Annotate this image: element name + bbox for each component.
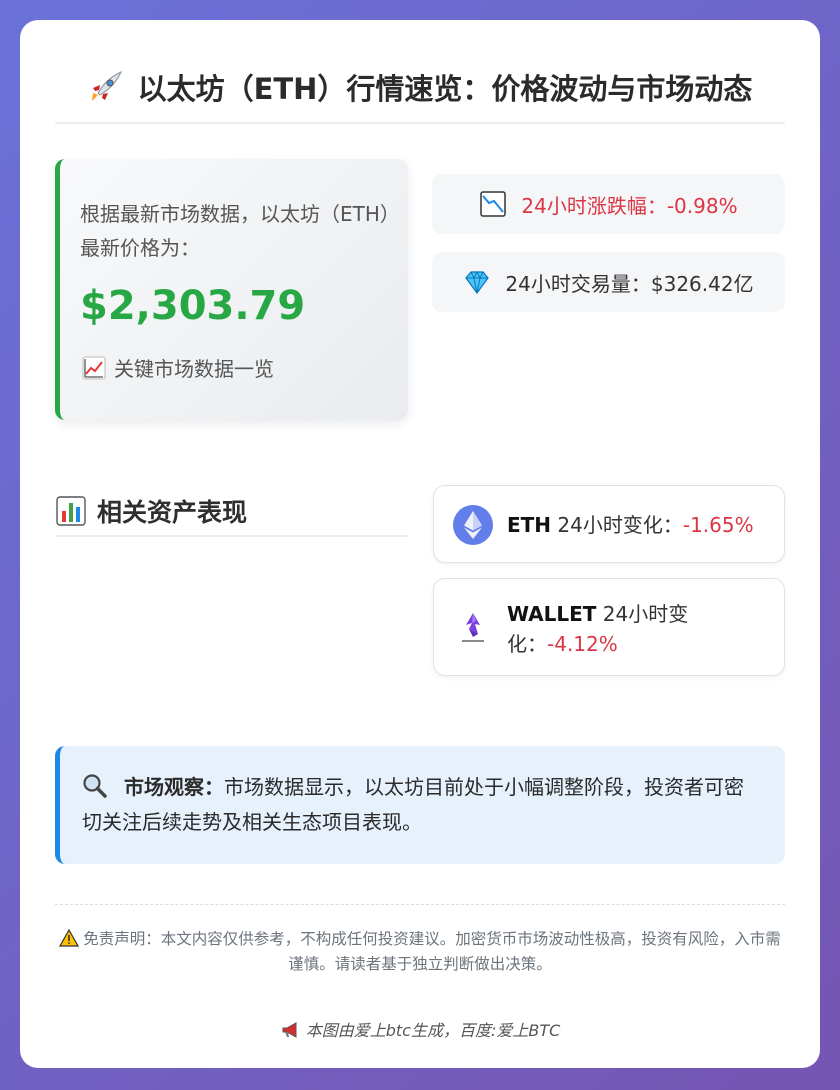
warning-icon <box>59 929 80 947</box>
chart-decreasing-icon <box>480 191 507 217</box>
ambire-wallet-logo-icon <box>462 613 484 642</box>
magnifier-icon <box>83 774 107 798</box>
footer-text: 本图由爱上btc生成，百度:爱上BTC <box>305 1021 561 1040</box>
asset-card-wallet: WALLET 24小时变化：-4.12% <box>433 578 785 676</box>
eth-price: $2,303.79 <box>80 283 306 329</box>
disclaimer-text: 免责声明：本文内容仅供参考，不构成任何投资建议。加密货币市场波动性极高，投资有风… <box>83 930 781 973</box>
asset-change-value: -1.65% <box>682 513 754 537</box>
page-title: 以太坊（ETH）行情速览：价格波动与市场动态 <box>137 72 753 106</box>
asset-eth-text: ETH 24小时变化：-1.65% <box>507 510 777 540</box>
rocket-icon <box>91 70 122 101</box>
chart-increasing-icon <box>82 356 106 379</box>
change-24h-text: 24小时涨跌幅：-0.98% <box>521 193 738 218</box>
insight-label: 市场观察： <box>124 775 224 799</box>
bar-chart-icon <box>56 496 86 526</box>
megaphone-icon <box>282 1022 297 1038</box>
key-data-row: 关键市场数据一览 <box>82 353 274 382</box>
page-header: 以太坊（ETH）行情速览：价格波动与市场动态 <box>20 66 820 108</box>
footer: 本图由爱上btc生成，百度:爱上BTC <box>20 1017 820 1041</box>
asset-change-label: 24小时变化： <box>557 513 683 537</box>
related-assets-title: 相关资产表现 <box>97 498 248 527</box>
volume-24h-box: 24小时交易量：$326.42亿 <box>432 252 785 312</box>
asset-change-value: -4.12% <box>547 632 618 656</box>
related-assets-header: 相关资产表现 <box>55 493 247 529</box>
footer-divider <box>55 904 785 905</box>
section-divider <box>55 535 408 537</box>
gem-icon <box>465 270 490 295</box>
key-data-label: 关键市场数据一览 <box>114 357 274 381</box>
market-insight-box: 市场观察：市场数据显示，以太坊目前处于小幅调整阶段，投资者可密切关注后续走势及相… <box>55 746 785 864</box>
title-divider <box>55 122 785 124</box>
main-card: 以太坊（ETH）行情速览：价格波动与市场动态 根据最新市场数据，以太坊（ETH）… <box>20 20 820 1068</box>
price-card: 根据最新市场数据，以太坊（ETH）最新价格为： $2,303.79 关键市场数据… <box>55 159 408 420</box>
asset-symbol: ETH <box>507 513 552 537</box>
ethereum-logo-icon <box>453 505 493 545</box>
market-insight-text: 市场观察：市场数据显示，以太坊目前处于小幅调整阶段，投资者可密切关注后续走势及相… <box>82 770 762 840</box>
asset-wallet-text: WALLET 24小时变化：-4.12% <box>507 599 707 659</box>
price-intro-text: 根据最新市场数据，以太坊（ETH）最新价格为： <box>80 202 390 260</box>
asset-symbol: WALLET <box>507 602 597 626</box>
change-24h-box: 24小时涨跌幅：-0.98% <box>432 174 785 234</box>
volume-24h-text: 24小时交易量：$326.42亿 <box>505 271 754 296</box>
asset-card-eth: ETH 24小时变化：-1.65% <box>433 485 785 563</box>
disclaimer: 免责声明：本文内容仅供参考，不构成任何投资建议。加密货币市场波动性极高，投资有风… <box>55 927 785 977</box>
